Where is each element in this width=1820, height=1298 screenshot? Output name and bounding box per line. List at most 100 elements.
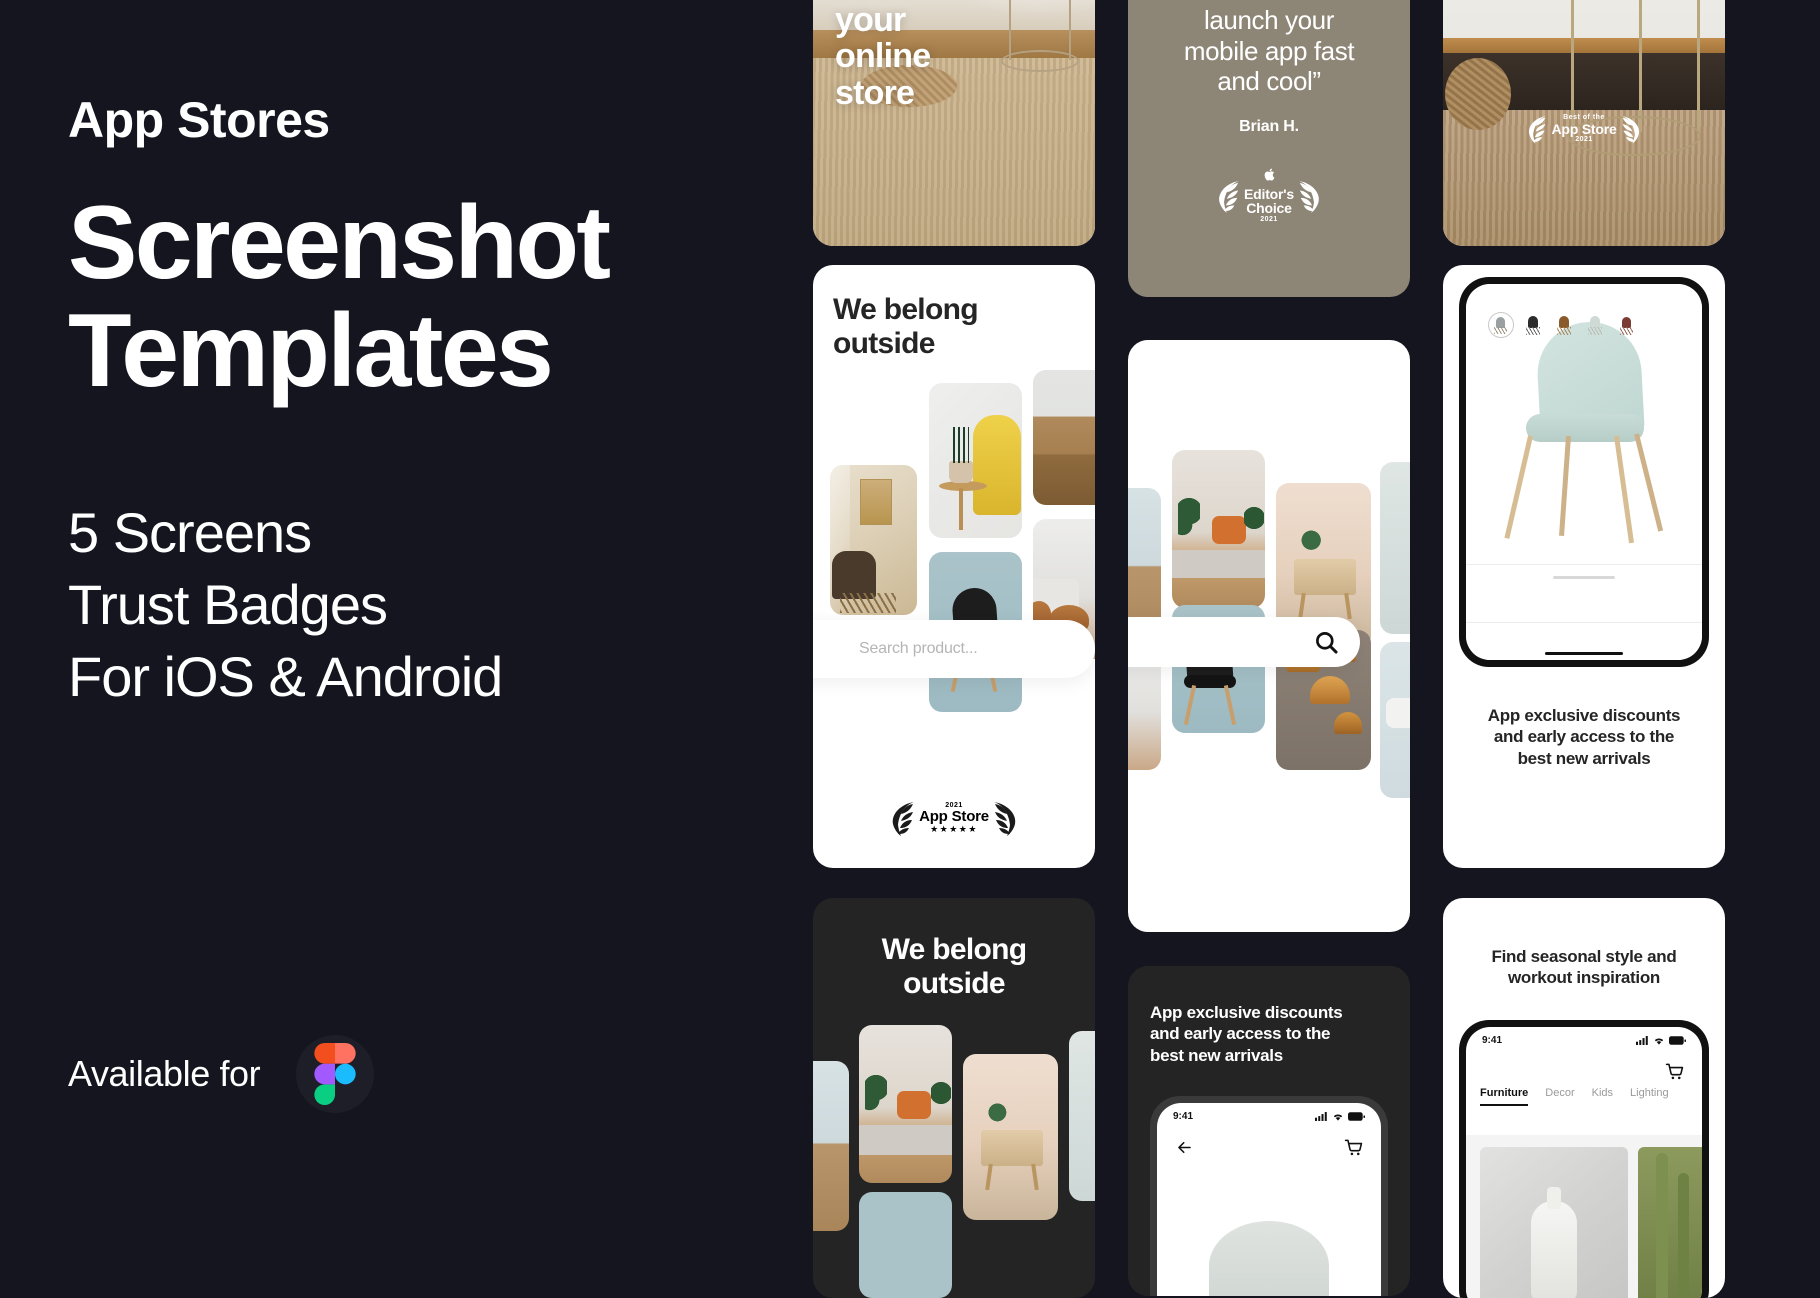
app-store-trust-badge: 2021 App Store ★★★★★: [813, 798, 1095, 838]
discounts-caption-3: best new arrivals: [1150, 1045, 1283, 1065]
page-title-line-1: Screenshot: [68, 185, 611, 301]
best-of-year: 2021: [1575, 136, 1593, 144]
small-plant-shape: [987, 1102, 1013, 1128]
wb-dark-line-1: We belong: [881, 933, 1028, 966]
tile-artwork[interactable]: [830, 465, 917, 615]
vase-neck-shape: [1547, 1187, 1561, 1209]
we-belong-dark-title: We belong outside: [813, 933, 1095, 1000]
drag-handle[interactable]: [1553, 576, 1615, 579]
product-caption-2: and early access to the: [1493, 727, 1675, 747]
plant-pot-shape: [949, 461, 973, 483]
swatch-brown[interactable]: [1554, 314, 1576, 336]
feature-item-1: Trust Badges: [68, 572, 388, 636]
catalog-item-vase[interactable]: [1480, 1147, 1628, 1298]
discounts-phone-screen: 9:41: [1157, 1103, 1381, 1296]
cactus-shape-2: [1678, 1173, 1689, 1298]
wb-line-1: We belong: [833, 293, 979, 326]
best-of-app-store-card[interactable]: Best of the App Store 2021: [1443, 0, 1725, 246]
we-belong-light-title: We belong outside: [833, 293, 979, 360]
swatch-selected[interactable]: [1487, 312, 1514, 338]
search-icon[interactable]: [1313, 629, 1340, 656]
feature-item-2: For iOS & Android: [68, 644, 503, 708]
tile-dark-blue[interactable]: [859, 1192, 952, 1298]
gallery-search-pill[interactable]: [1128, 617, 1360, 667]
tile-dark-dresser[interactable]: [813, 1061, 849, 1231]
quote-line-2: mobile app fast: [1183, 35, 1355, 66]
tab-lighting[interactable]: Lighting: [1630, 1087, 1669, 1106]
product-phone-mock[interactable]: +3 CLYDE - Silla escandinava gris: [1459, 277, 1709, 667]
wifi-icon: [1654, 1038, 1664, 1045]
quote-text: launch your mobile app fast and cool”: [1142, 5, 1396, 97]
shopping-cart-icon[interactable]: [1665, 1062, 1684, 1081]
best-of-badge-text: Best of the App Store 2021: [1551, 114, 1616, 143]
catalog-item-cactus[interactable]: [1638, 1147, 1702, 1298]
seasonal-caption-1: Find seasonal style and: [1491, 947, 1677, 966]
table-leg-2: [1069, 0, 1071, 60]
tile-yellow-chair[interactable]: [929, 383, 1022, 538]
framed-art-shape: [860, 479, 892, 525]
page-title-line-2: Templates: [68, 293, 554, 410]
app-exclusive-discounts-dark-card[interactable]: App exclusive discounts and early access…: [1128, 966, 1410, 1296]
status-time: 9:41: [1173, 1111, 1194, 1122]
divider-1: [1466, 564, 1702, 565]
product-caption-1: App exclusive discounts: [1487, 706, 1681, 725]
seasonal-phone-mock[interactable]: 9:41 Furniture Decor Kids Lighting: [1459, 1020, 1709, 1298]
figma-logo-icon: [314, 1043, 356, 1105]
tile-dark-nightstand[interactable]: [963, 1054, 1058, 1220]
swatch-light-grey[interactable]: [1585, 314, 1607, 336]
category-tabs[interactable]: Furniture Decor Kids Lighting: [1466, 1087, 1702, 1106]
product-caption-3: best new arrivals: [1517, 748, 1651, 768]
gallery-tile-armchair[interactable]: [1380, 642, 1410, 798]
mint-chair-seat: [1526, 414, 1644, 442]
battery-icon: [1669, 1036, 1686, 1045]
catalog-area: [1466, 1135, 1702, 1298]
seasonal-status-bar: 9:41: [1466, 1027, 1702, 1048]
gallery-tile-orange-room[interactable]: [1172, 450, 1265, 608]
round-table-leg: [959, 488, 963, 530]
figma-logo-badge[interactable]: [296, 1035, 375, 1113]
quote-author: Brian H.: [1239, 118, 1299, 135]
tab-furniture[interactable]: Furniture: [1480, 1087, 1529, 1106]
search-input-placeholder[interactable]: Search product...: [859, 640, 978, 658]
we-belong-outside-light-card[interactable]: We belong outside Search product... 2021…: [813, 265, 1095, 868]
seasonal-style-card[interactable]: Find seasonal style and workout inspirat…: [1443, 898, 1725, 1298]
seasonal-nav-row: [1466, 1048, 1702, 1087]
template-preview-grid: your online store We belong outside Sear…: [808, 0, 1820, 1298]
apple-logo-icon: [1264, 168, 1274, 181]
status-icons: [1315, 1112, 1365, 1121]
orange-sofa-shape-2: [1212, 516, 1246, 544]
table-ring-shape: [1001, 50, 1079, 72]
product-card-caption: App exclusive discounts and early access…: [1459, 705, 1709, 769]
gallery-search-card[interactable]: [1128, 340, 1410, 932]
badge-stars: ★★★★★: [930, 823, 978, 834]
seasonal-status-time: 9:41: [1482, 1035, 1503, 1046]
title-line-online: online: [835, 37, 931, 76]
cellular-signal-icon: [1636, 1036, 1648, 1045]
laurel-wreath-icon: [1529, 116, 1547, 144]
tile-dark-orange-room[interactable]: [859, 1025, 952, 1183]
discounts-phone-mock[interactable]: 9:41: [1150, 1096, 1388, 1296]
wb-line-2: outside: [833, 326, 935, 360]
back-arrow-icon[interactable]: [1175, 1138, 1194, 1157]
laurel-wreath-icon: [1219, 180, 1240, 213]
laurel-wreath-icon-mirror: [1621, 116, 1639, 144]
phone-nav-row: [1157, 1124, 1381, 1171]
testimonial-quote-card[interactable]: launch your mobile app fast and cool” Br…: [1128, 0, 1410, 297]
tab-kids[interactable]: Kids: [1592, 1087, 1613, 1106]
your-online-store-card[interactable]: your online store: [813, 0, 1095, 246]
we-belong-outside-dark-card[interactable]: We belong outside: [813, 898, 1095, 1298]
swatch-burgundy[interactable]: [1616, 314, 1638, 336]
seasonal-caption: Find seasonal style and workout inspirat…: [1459, 946, 1709, 989]
search-product-pill[interactable]: Search product...: [813, 620, 1095, 678]
shopping-cart-icon[interactable]: [1344, 1138, 1363, 1157]
tile-dresser[interactable]: [1033, 370, 1095, 505]
swatch-black[interactable]: [1523, 314, 1545, 336]
gallery-tile-plant[interactable]: [1380, 462, 1410, 634]
tab-decor[interactable]: Decor: [1545, 1087, 1574, 1106]
best-of-line-2: App Store: [1551, 120, 1617, 137]
editors-choice-text: Editor's Choice 2021: [1244, 168, 1294, 224]
tile-dark-plant[interactable]: [1069, 1031, 1095, 1201]
editors-choice-year: 2021: [1260, 216, 1278, 224]
product-detail-card[interactable]: +3 CLYDE - Silla escandinava gris: [1443, 265, 1725, 868]
nightstand-body-shape: [981, 1130, 1043, 1166]
